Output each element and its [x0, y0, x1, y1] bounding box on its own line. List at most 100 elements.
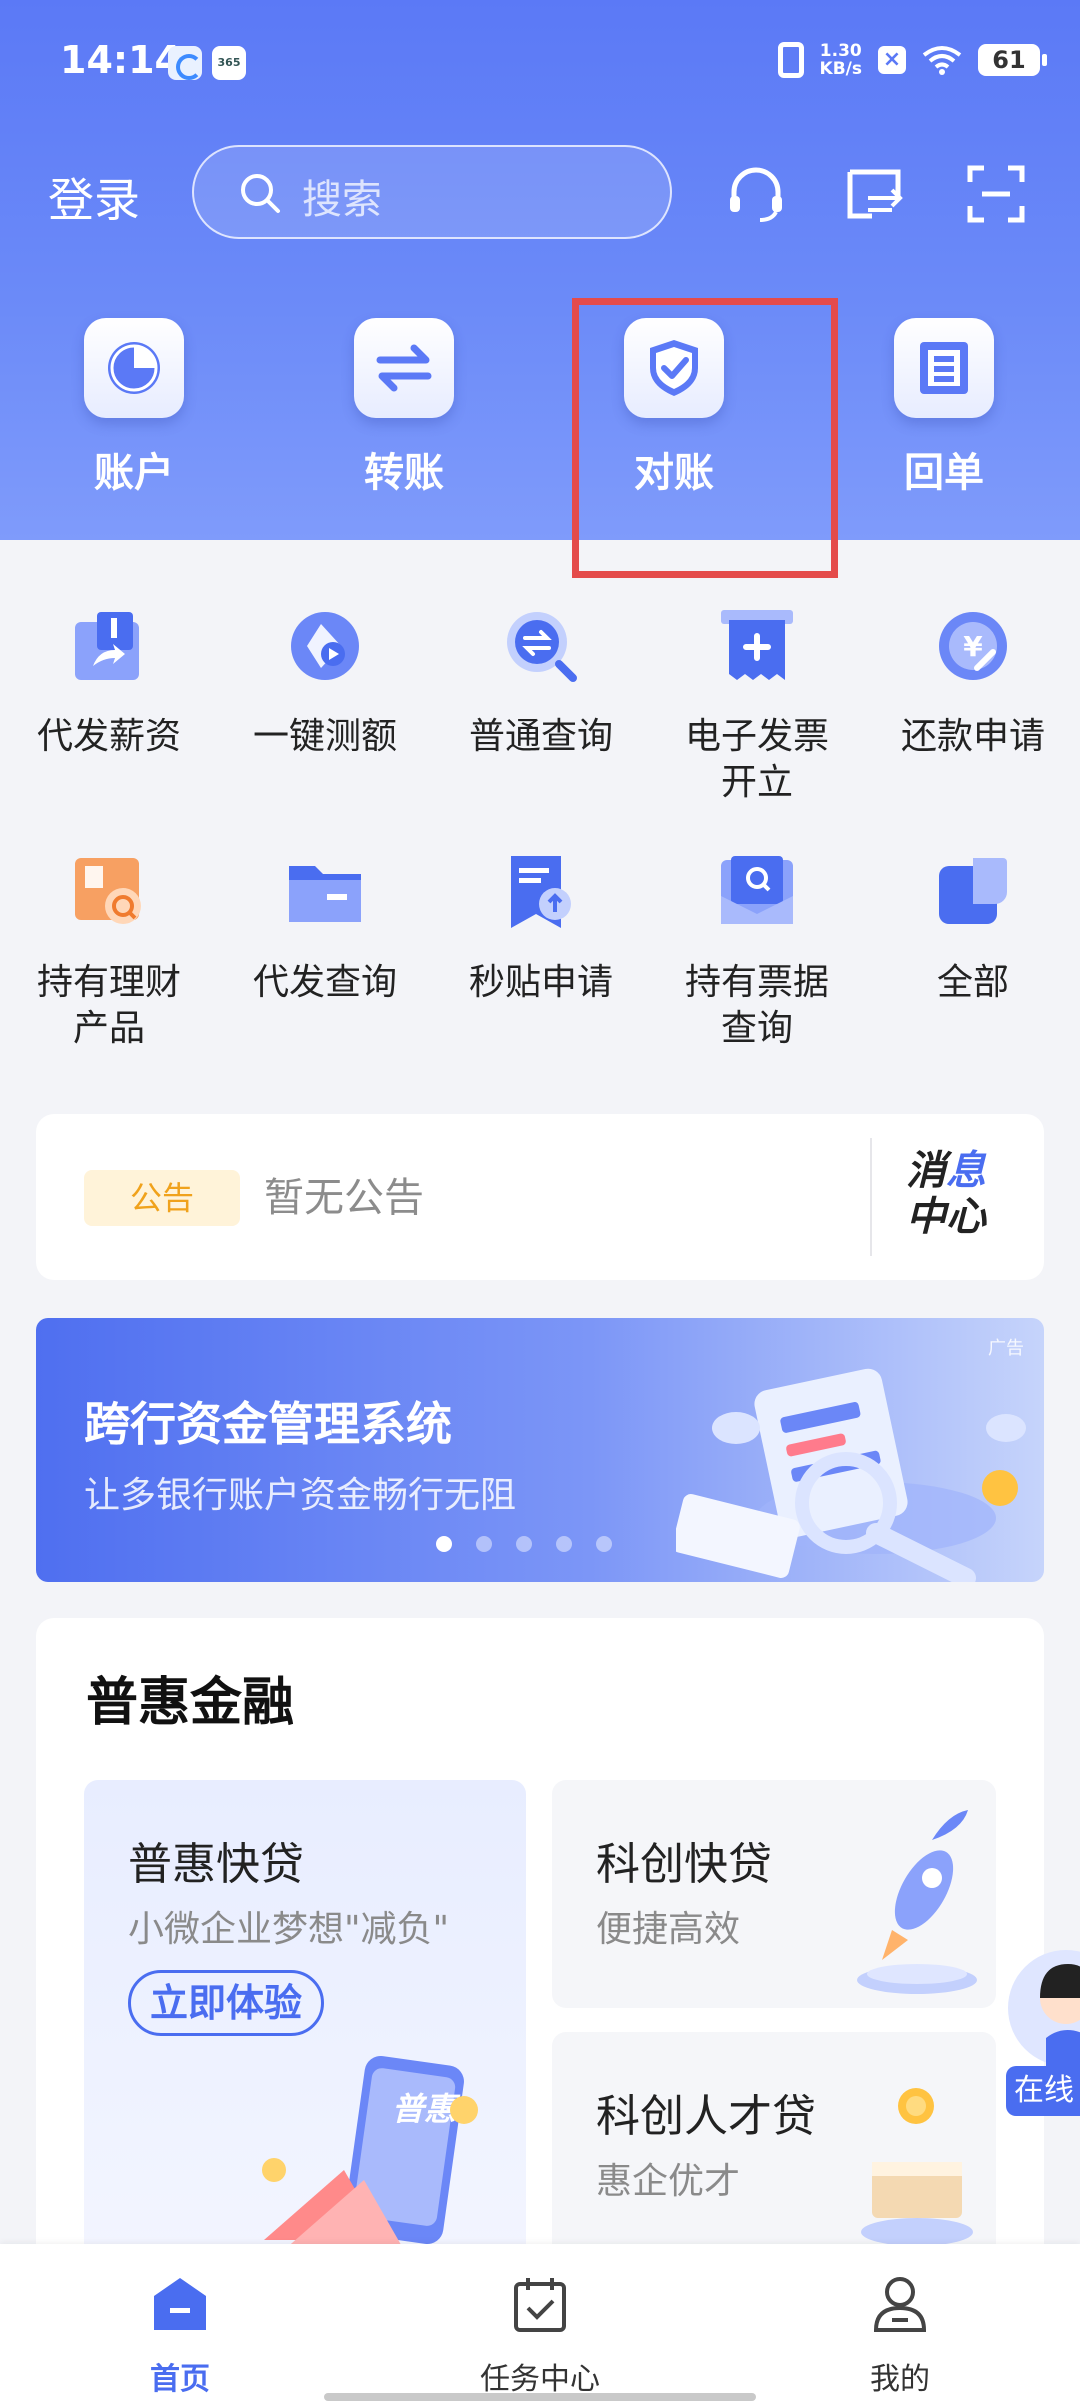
quick-action-receipt-label: 回单: [904, 450, 984, 496]
card-subtitle: 小微企业梦想"减负": [128, 1909, 450, 1950]
notice-text: 暂无公告: [264, 1175, 424, 1221]
service-bill-query-label: 持有票据 查询: [652, 960, 862, 1052]
calendar-365-icon: 365: [212, 46, 246, 80]
folder-query-icon: [289, 866, 361, 922]
scan-icon[interactable]: [964, 162, 1028, 226]
service-wealth-product-label: 持有理财 产品: [4, 960, 214, 1052]
service-e-invoice-line2: 开立: [720, 762, 793, 803]
tab-profile-label: 我的: [870, 2362, 930, 2397]
quota-test-icon: [291, 612, 359, 680]
online-service-float[interactable]: 在线: [1006, 1938, 1080, 2118]
service-payroll-label: 代发薪资: [36, 716, 181, 757]
service-wealth-product-line2: 产品: [72, 1008, 145, 1049]
pagination-dot[interactable]: [596, 1536, 612, 1552]
top-bar: 登录 搜索: [0, 140, 1080, 250]
service-bill-query-line1: 持有票据: [684, 962, 829, 1003]
data-analysis-illustration: [676, 1368, 1026, 1582]
service-discount-apply-label: 秒贴申请: [468, 962, 613, 1003]
service-quota-test-label: 一键测额: [252, 716, 397, 757]
network-speed-value: 1.30: [819, 41, 862, 61]
section-title: 普惠金融: [86, 1673, 295, 1733]
pagination-dot[interactable]: [556, 1536, 572, 1552]
pagination-dot[interactable]: [516, 1536, 532, 1552]
pie-chart-icon: [108, 342, 160, 394]
tab-home-label: 首页: [150, 2362, 210, 2397]
banner-subtitle: 让多银行账户资金畅行无阻: [84, 1475, 517, 1516]
quick-action-transfer[interactable]: [354, 318, 454, 418]
card-talent-loan[interactable]: 科创人才贷 惠企优才: [552, 2032, 996, 2260]
all-services-icon: [939, 858, 1007, 924]
notification-app-icon: [168, 46, 202, 80]
wealth-product-icon: [75, 858, 141, 924]
discount-apply-icon: [511, 856, 571, 928]
card-tech-loan[interactable]: 科创快贷 便捷高效: [552, 1780, 996, 2008]
message-center-button[interactable]: 消息 中心: [906, 1148, 1026, 1240]
app-root: { "status": { "time": "14:14", "app2_lab…: [0, 0, 1080, 2408]
banner-pagination: [436, 1536, 612, 1552]
login-button[interactable]: 登录: [48, 164, 140, 230]
quick-action-receipt[interactable]: [894, 318, 994, 418]
quick-action-transfer-label: 转账: [364, 450, 444, 496]
home-icon: [154, 2278, 206, 2330]
status-indicators: 1.30 KB/s × 61: [777, 40, 1047, 80]
service-repayment-label: 还款申请: [900, 716, 1045, 757]
coin-book-illustration: [861, 2088, 973, 2246]
service-wealth-product-line1: 持有理财: [36, 962, 181, 1003]
card-subtitle: 便捷高效: [596, 1909, 741, 1950]
notice-bar[interactable]: 公告 暂无公告 消息 中心: [36, 1114, 1044, 1280]
service-e-invoice-line1: 电子发票: [684, 716, 829, 757]
svg-text:¥: ¥: [963, 630, 983, 663]
e-invoice-icon: [721, 610, 793, 680]
payroll-icon: [75, 612, 139, 680]
search-placeholder: 搜索: [302, 177, 382, 223]
try-now-button[interactable]: 立即体验: [128, 1970, 324, 2036]
query-icon: [507, 612, 577, 682]
bottom-tab-bar: 首页 任务中心 我的: [0, 2244, 1080, 2408]
status-time: 14:14: [60, 38, 181, 82]
service-bill-query-line2: 查询: [720, 1008, 793, 1049]
notice-divider: [870, 1138, 872, 1256]
network-speed: 1.30 KB/s: [820, 42, 862, 78]
online-service-label: 在线: [1006, 2066, 1080, 2116]
cash-phone-illustration: 普惠: [262, 2055, 478, 2260]
quick-action-account[interactable]: [84, 318, 184, 418]
service-e-invoice-label: 电子发票 开立: [652, 714, 862, 806]
headset-icon[interactable]: [724, 162, 788, 226]
card-subtitle: 惠企优才: [596, 2161, 741, 2202]
pagination-dot[interactable]: [436, 1536, 452, 1552]
receipt-icon: [920, 342, 968, 394]
vibrate-icon: [777, 42, 804, 78]
status-bar: 14:14 365 1.30 KB/s × 61: [0, 0, 1080, 120]
message-center-line2: 中心: [906, 1194, 986, 1240]
quick-action-account-label: 账户: [94, 450, 174, 496]
repayment-icon: ¥: [939, 612, 1007, 680]
tab-task-center-label: 任务中心: [480, 2362, 600, 2397]
notice-tag: 公告: [84, 1170, 240, 1226]
task-calendar-icon: [514, 2278, 566, 2332]
service-folder-query-label: 代发查询: [252, 962, 397, 1003]
promo-banner[interactable]: 跨行资金管理系统 让多银行账户资金畅行无阻 广告: [36, 1318, 1044, 1582]
card-title: 科创人才贷: [596, 2091, 816, 2142]
app-x-icon: ×: [878, 46, 906, 74]
banner-title: 跨行资金管理系统: [84, 1397, 452, 1451]
search-icon: [241, 174, 280, 213]
battery-icon: 61: [978, 44, 1047, 76]
wifi-icon: [922, 45, 962, 75]
highlight-box: [572, 298, 838, 578]
customer-service-avatar-icon: [1008, 1950, 1080, 2068]
network-speed-unit: KB/s: [819, 59, 862, 79]
transfer-arrows-icon: [376, 344, 432, 392]
bill-query-icon: [721, 856, 793, 924]
search-input[interactable]: 搜索: [192, 145, 672, 239]
service-all-label: 全部: [936, 962, 1009, 1003]
profile-icon: [873, 2277, 927, 2332]
card-title: 普惠快贷: [128, 1839, 304, 1890]
service-query-label: 普通查询: [468, 716, 613, 757]
card-title: 科创快贷: [596, 1839, 772, 1890]
card-puhui-loan[interactable]: 普惠快贷 小微企业梦想"减负" 立即体验 普惠: [84, 1780, 526, 2260]
screen-transfer-icon[interactable]: [844, 162, 908, 226]
message-center-char2: 息: [946, 1148, 986, 1194]
pagination-dot[interactable]: [476, 1536, 492, 1552]
home-indicator: [324, 2393, 756, 2401]
message-center-char1: 消: [906, 1148, 946, 1194]
